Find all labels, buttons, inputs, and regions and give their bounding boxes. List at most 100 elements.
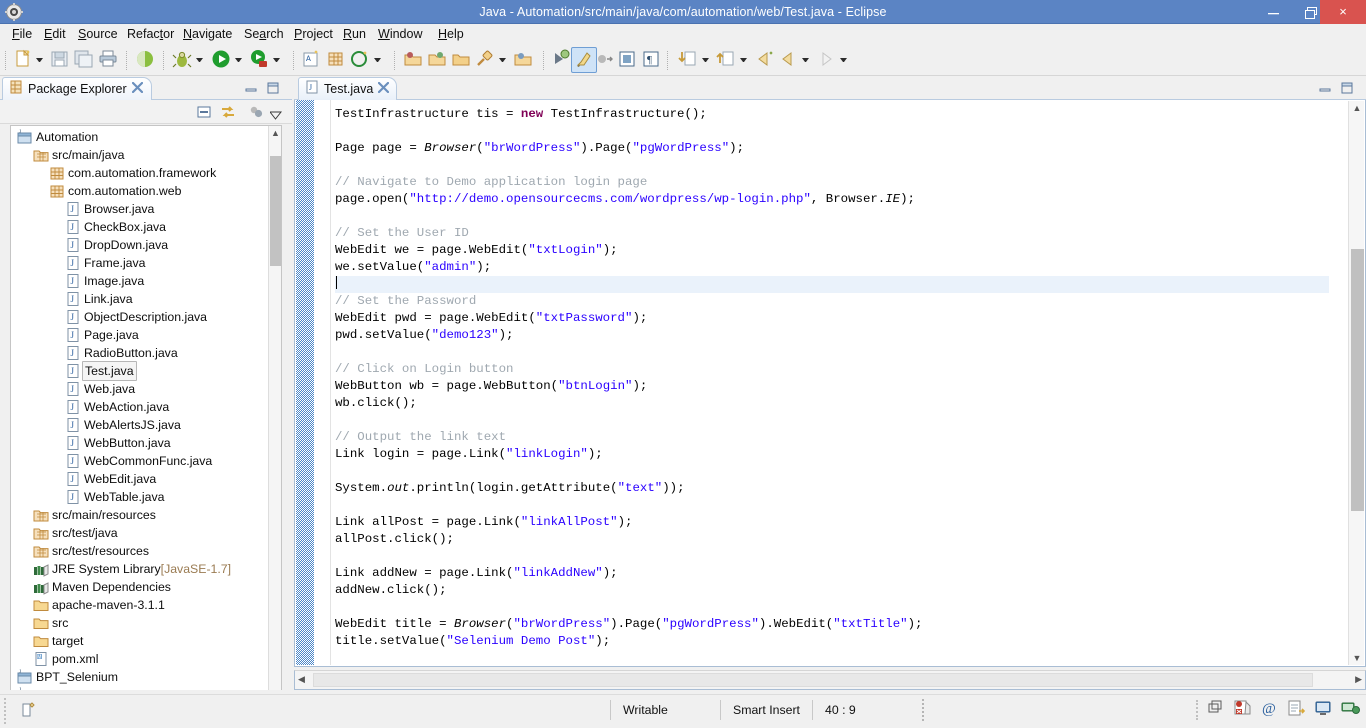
code-line[interactable] — [335, 157, 1343, 174]
minimize-icon[interactable] — [244, 81, 258, 100]
tree-item-src-main-resources[interactable]: src/main/resources — [11, 506, 281, 524]
code-editor[interactable]: TestInfrastructure tis = new TestInfrast… — [294, 100, 1366, 667]
open-resource-icon[interactable] — [451, 49, 471, 72]
focus-on-active-task-icon[interactable] — [248, 104, 264, 125]
new-wizard-icon[interactable] — [14, 49, 34, 72]
scrollbar-thumb[interactable] — [313, 673, 1313, 687]
code-line[interactable]: allPost.click(); — [335, 531, 1343, 548]
collapse-all-icon[interactable] — [196, 104, 212, 125]
view-menu-icon[interactable] — [268, 107, 283, 125]
skip-breakpoints-icon[interactable] — [595, 49, 615, 72]
code-line[interactable] — [335, 276, 1329, 293]
run-dropdown-arrow[interactable] — [235, 57, 242, 64]
back-history-icon[interactable] — [778, 49, 798, 72]
tree-item-webaction-java[interactable]: J WebAction.java — [11, 398, 281, 416]
tree-item-maven-dependencies[interactable]: Maven Dependencies — [11, 578, 281, 596]
close-icon[interactable] — [378, 80, 390, 98]
tree-item-web-java[interactable]: J Web.java — [11, 380, 281, 398]
tree-item-webbutton-java[interactable]: J WebButton.java — [11, 434, 281, 452]
toggle-highlight-icon[interactable] — [575, 50, 594, 73]
code-line[interactable]: WebEdit we = page.WebEdit("txtLogin"); — [335, 242, 1343, 259]
block-selection-icon[interactable]: ¶ — [641, 49, 661, 72]
code-line[interactable]: // Navigate to Demo application login pa… — [335, 174, 1343, 191]
tree-item-apache-maven-3-1-1[interactable]: apache-maven-3.1.1 — [11, 596, 281, 614]
error-log-icon[interactable] — [1233, 698, 1252, 722]
menu-project[interactable]: Project — [288, 24, 339, 45]
project-tree[interactable]: J Automation src/main/java com.automation.f… — [10, 125, 282, 728]
forward-dropdown-arrow[interactable] — [840, 57, 847, 64]
code-line[interactable] — [335, 463, 1343, 480]
new-wizard-dropdown-arrow[interactable] — [36, 57, 43, 64]
restore-icon[interactable] — [1207, 699, 1224, 721]
back-dropdown-arrow[interactable] — [802, 57, 809, 64]
servers-icon[interactable] — [1341, 698, 1360, 722]
run-icon[interactable] — [211, 49, 231, 72]
tree-item-jre-system-library[interactable]: JRE System Library [JavaSE-1.7] — [11, 560, 281, 578]
tree-item-src-main-java[interactable]: src/main/java — [11, 146, 281, 164]
maximize-icon[interactable] — [266, 81, 280, 100]
menu-help[interactable]: Help — [432, 24, 470, 45]
previous-edit-dropdown-arrow[interactable] — [740, 57, 747, 64]
tree-item-radiobutton-java[interactable]: J RadioButton.java — [11, 344, 281, 362]
code-line[interactable] — [335, 599, 1343, 616]
menu-refactor[interactable]: Refactor — [121, 24, 180, 45]
tree-item-automation[interactable]: J Automation — [11, 128, 281, 146]
tree-item-webalertsjs-java[interactable]: J WebAlertsJS.java — [11, 416, 281, 434]
display-icon[interactable] — [1314, 699, 1332, 722]
console-icon[interactable] — [1287, 699, 1306, 722]
menu-run[interactable]: Run — [337, 24, 372, 45]
tree-item-webcommonfunc-java[interactable]: J WebCommonFunc.java — [11, 452, 281, 470]
tree-item-src-test-java[interactable]: src/test/java — [11, 524, 281, 542]
minimize-icon[interactable] — [1318, 81, 1332, 100]
scroll-right-arrow[interactable]: ▶ — [1355, 674, 1362, 685]
close-icon[interactable] — [131, 80, 143, 98]
menu-source[interactable]: Source — [72, 24, 124, 45]
code-line[interactable]: page.open("http://demo.opensourcecms.com… — [335, 191, 1343, 208]
tree-item-src-test-resources[interactable]: src/test/resources — [11, 542, 281, 560]
tab-test-java[interactable]: J Test.java — [298, 77, 398, 100]
scrollbar-thumb[interactable] — [270, 156, 281, 266]
code-line[interactable] — [335, 208, 1343, 225]
code-line[interactable]: TestInfrastructure tis = new TestInfrast… — [335, 106, 1343, 123]
scroll-left-arrow[interactable]: ◀ — [298, 674, 305, 685]
link-with-editor-icon[interactable] — [220, 104, 236, 125]
editor-horizontal-scrollbar[interactable]: ◀ ▶ — [294, 670, 1366, 690]
previous-edit-icon[interactable] — [716, 49, 736, 72]
tree-item-webtable-java[interactable]: J WebTable.java — [11, 488, 281, 506]
menu-window[interactable]: Window — [372, 24, 428, 45]
next-annotation-icon[interactable] — [551, 49, 571, 72]
code-line[interactable]: WebButton wb = page.WebButton("btnLogin"… — [335, 378, 1343, 395]
code-line[interactable]: // Click on Login button — [335, 361, 1343, 378]
show-whitespace-icon[interactable] — [617, 49, 637, 72]
code-line[interactable] — [335, 123, 1343, 140]
tree-item-frame-java[interactable]: J Frame.java — [11, 254, 281, 272]
code-line[interactable] — [335, 548, 1343, 565]
tree-item-objectdescription-java[interactable]: J ObjectDescription.java — [11, 308, 281, 326]
scroll-down-arrow[interactable]: ▼ — [1349, 651, 1365, 665]
toggle-mark-occurrences-icon[interactable] — [135, 49, 155, 72]
code-line[interactable] — [335, 497, 1343, 514]
new-java-dropdown-arrow[interactable] — [374, 57, 381, 64]
code-line[interactable] — [335, 344, 1343, 361]
minimize-button[interactable] — [1255, 0, 1292, 24]
tree-item-page-java[interactable]: J Page.java — [11, 326, 281, 344]
code-line[interactable]: Link login = page.Link("linkLogin"); — [335, 446, 1343, 463]
code-line[interactable]: WebEdit title = Browser("brWordPress").P… — [335, 616, 1343, 633]
code-line[interactable] — [335, 412, 1343, 429]
scroll-up-arrow[interactable]: ▲ — [1349, 101, 1365, 115]
new-java-package-icon[interactable] — [326, 49, 346, 72]
new-annotation-icon[interactable] — [350, 49, 370, 72]
source-code[interactable]: TestInfrastructure tis = new TestInfrast… — [335, 106, 1343, 666]
editor-vertical-scrollbar[interactable]: ▲ ▼ — [1348, 101, 1364, 665]
code-line[interactable]: title.setValue("Selenium Demo Post"); — [335, 633, 1343, 650]
print-icon[interactable] — [98, 49, 118, 72]
back-icon[interactable] — [754, 49, 774, 72]
at-icon[interactable]: @ — [1261, 699, 1278, 721]
code-line[interactable]: Page page = Browser("brWordPress").Page(… — [335, 140, 1343, 157]
maximize-icon[interactable] — [1340, 81, 1354, 100]
debug-icon[interactable] — [172, 49, 192, 72]
tree-item-checkbox-java[interactable]: J CheckBox.java — [11, 218, 281, 236]
package-explorer-scrollbar[interactable]: ▲ ▼ — [268, 126, 281, 728]
trim-drag-handle[interactable] — [1196, 700, 1198, 720]
editor-folding-gutter[interactable] — [314, 100, 331, 665]
